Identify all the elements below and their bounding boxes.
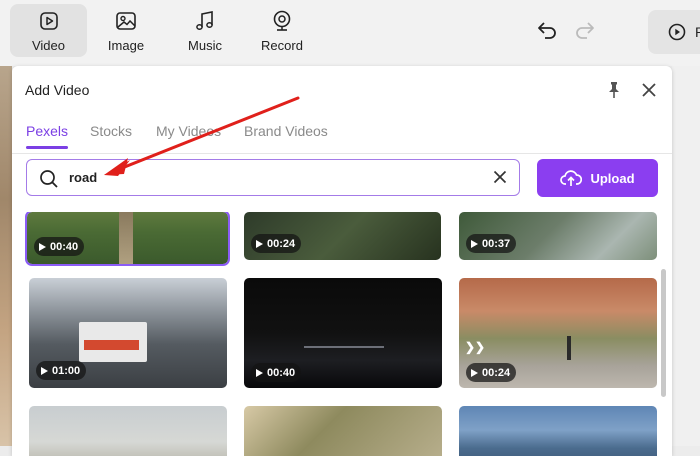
play-icon: [41, 366, 48, 375]
music-note-icon: [194, 10, 216, 32]
play-icon: [256, 239, 263, 248]
redo-button[interactable]: [574, 20, 596, 45]
duration-badge: 00:37: [466, 234, 517, 253]
road-strip: [119, 212, 133, 264]
search-input[interactable]: [69, 167, 469, 187]
toolbar-record-label: Record: [261, 38, 303, 53]
video-icon: [39, 10, 59, 32]
video-thumbnail[interactable]: 00:40: [25, 212, 230, 266]
duration-text: 00:40: [50, 240, 79, 253]
duration-text: 01:00: [52, 364, 81, 377]
active-tab-underline: [26, 146, 68, 149]
panel-title: Add Video: [25, 82, 90, 98]
background-right-area: [672, 66, 700, 446]
video-thumbnail[interactable]: [244, 406, 442, 456]
pin-button[interactable]: [606, 81, 622, 104]
image-icon: [115, 10, 137, 32]
toolbar-video-label: Video: [31, 38, 65, 53]
close-button[interactable]: [642, 83, 656, 102]
video-results-grid: 00:40 00:24 00:37 01:00 00:40 ❯❯ 00:24: [12, 212, 672, 456]
truck-stripe: [84, 340, 139, 350]
cloud-upload-icon: [560, 170, 583, 186]
duration-badge: 01:00: [36, 361, 87, 380]
play-icon: [471, 239, 478, 248]
toolbar-music-label: Music: [188, 38, 222, 53]
close-icon: [642, 83, 656, 97]
video-thumbnail[interactable]: ❯❯ 00:24: [459, 278, 657, 388]
duration-text: 00:24: [267, 237, 296, 250]
chevrons-icon: ❯❯: [465, 340, 486, 354]
add-video-panel: Add Video Pexels Stocks My Videos Brand …: [12, 66, 672, 456]
results-scrollbar[interactable]: [661, 269, 666, 397]
tab-pexels[interactable]: Pexels: [26, 123, 68, 139]
video-thumbnail[interactable]: 00:24: [244, 212, 441, 260]
upload-label: Upload: [590, 170, 635, 186]
play-icon: [256, 368, 263, 377]
clear-search-icon[interactable]: [493, 170, 507, 184]
search-icon: [40, 170, 58, 188]
play-icon: [39, 242, 46, 251]
video-thumbnail[interactable]: 01:00: [29, 278, 227, 388]
pin-icon: [609, 82, 619, 98]
play-icon: [471, 368, 478, 377]
tab-brand-videos[interactable]: Brand Videos: [244, 123, 328, 139]
tab-stocks[interactable]: Stocks: [90, 123, 132, 139]
redo-icon: [576, 22, 594, 39]
video-thumbnail[interactable]: [459, 406, 657, 456]
toolbar-image-button[interactable]: Image: [92, 4, 160, 57]
preview-label: P: [695, 24, 700, 40]
preview-button[interactable]: P: [648, 10, 700, 54]
duration-badge: 00:40: [251, 363, 302, 382]
tab-my-videos[interactable]: My Videos: [156, 123, 221, 139]
toolbar-record-button[interactable]: Record: [250, 4, 314, 57]
duration-text: 00:37: [482, 237, 511, 250]
webcam-icon: [271, 10, 293, 32]
video-thumbnail[interactable]: 00:40: [244, 278, 442, 388]
person-silhouette: [567, 336, 571, 360]
undo-button[interactable]: [536, 20, 558, 45]
undo-icon: [538, 22, 556, 39]
video-thumbnail[interactable]: [29, 406, 227, 456]
play-circle-icon: [668, 23, 686, 41]
toolbar-image-label: Image: [107, 38, 145, 53]
duration-badge: 00:40: [34, 237, 85, 256]
road-light: [304, 346, 384, 348]
toolbar-video-button[interactable]: Video: [10, 4, 87, 57]
duration-badge: 00:24: [466, 363, 517, 382]
upload-button[interactable]: Upload: [537, 159, 658, 197]
video-thumbnail[interactable]: 00:37: [459, 212, 657, 260]
duration-text: 00:40: [267, 366, 296, 379]
background-timeline-strip: [0, 66, 12, 446]
duration-text: 00:24: [482, 366, 511, 379]
search-box: [26, 159, 520, 196]
toolbar-music-button[interactable]: Music: [172, 4, 238, 57]
duration-badge: 00:24: [251, 234, 302, 253]
tabs-divider: [12, 153, 672, 154]
top-toolbar: Video Image Music Record P: [0, 0, 700, 66]
